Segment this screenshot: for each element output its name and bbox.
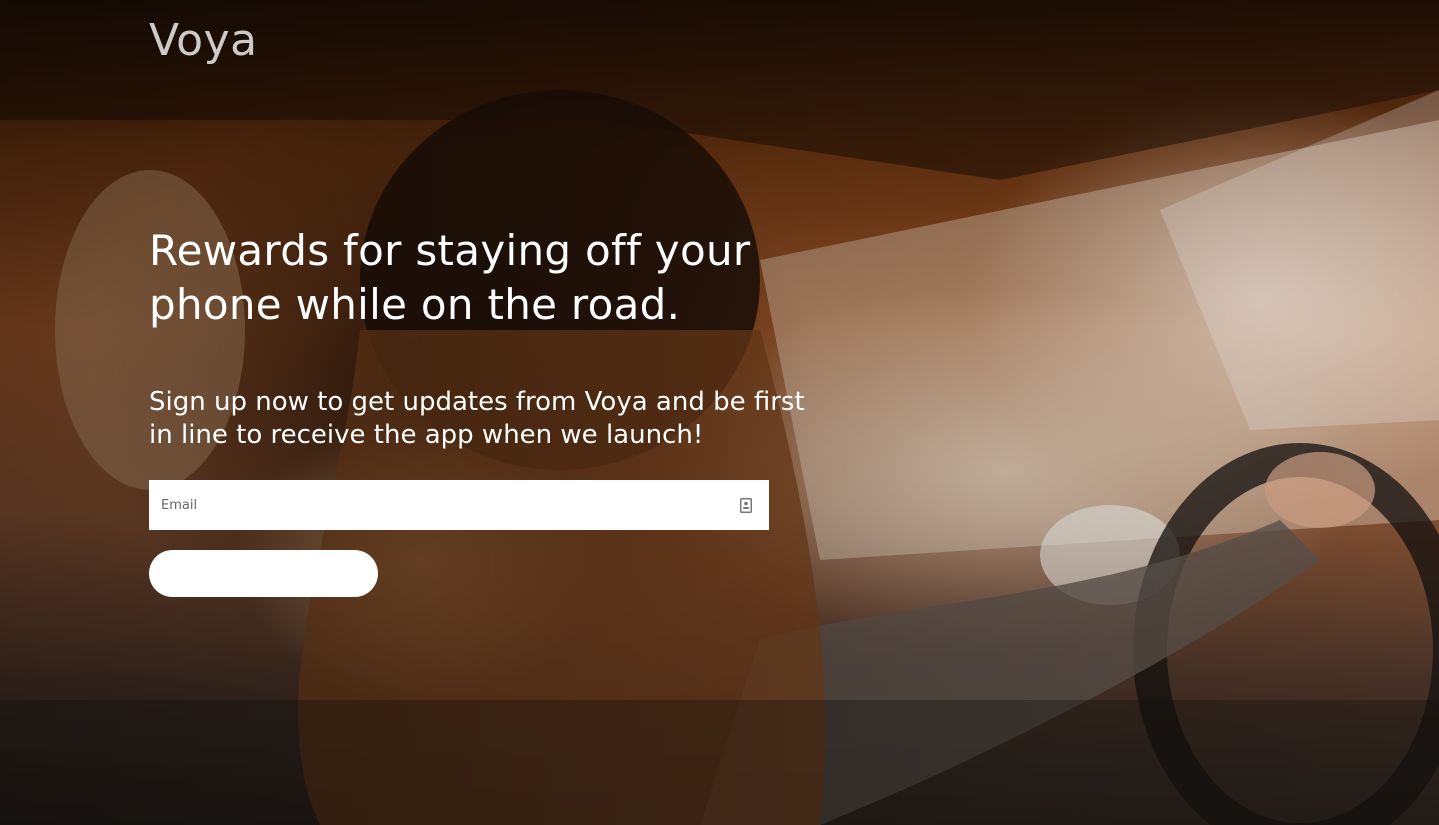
hero-content: Voya Rewards for staying off your phone …: [149, 0, 829, 825]
email-input[interactable]: [161, 480, 739, 530]
hero-headline: Rewards for staying off your phone while…: [149, 226, 751, 329]
hero-subhead: Sign up now to get updates from Voya and…: [149, 387, 805, 450]
submit-button[interactable]: [149, 550, 378, 597]
contact-card-icon[interactable]: [739, 497, 753, 513]
email-field-container: [149, 480, 769, 530]
hero-section: Voya Rewards for staying off your phone …: [0, 0, 1439, 825]
brand-logo[interactable]: Voya: [149, 15, 258, 66]
